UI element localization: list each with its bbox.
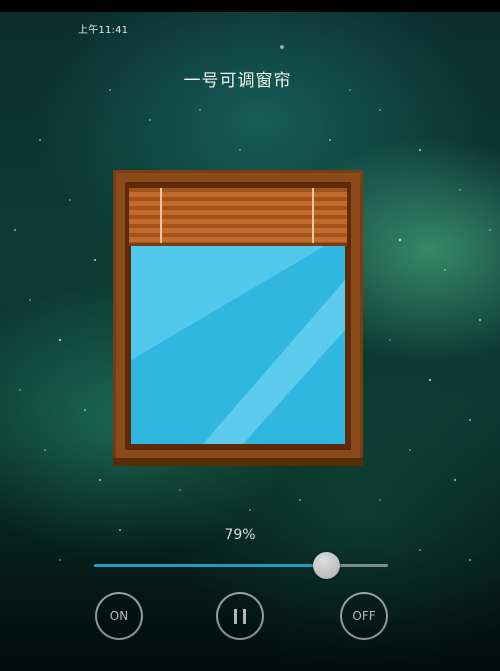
off-button[interactable]: OFF <box>340 592 388 640</box>
top-black-bar <box>0 0 500 12</box>
on-button-label: ON <box>109 609 129 623</box>
slider-thumb[interactable] <box>313 552 341 579</box>
slider-fill <box>94 564 327 567</box>
pause-icon <box>234 608 246 624</box>
blind-percent-label: 79% <box>224 527 256 543</box>
pause-button[interactable] <box>216 592 264 640</box>
off-button-label: OFF <box>352 609 376 623</box>
blind-position-slider[interactable] <box>94 552 388 580</box>
page-title: 一号可调窗帘 <box>183 71 292 91</box>
window-blind-illustration[interactable] <box>113 170 363 466</box>
blind-slats <box>129 188 347 246</box>
on-button[interactable]: ON <box>95 592 143 640</box>
status-time: 上午11:41 <box>78 25 129 36</box>
page-indicator-dot <box>280 45 284 49</box>
